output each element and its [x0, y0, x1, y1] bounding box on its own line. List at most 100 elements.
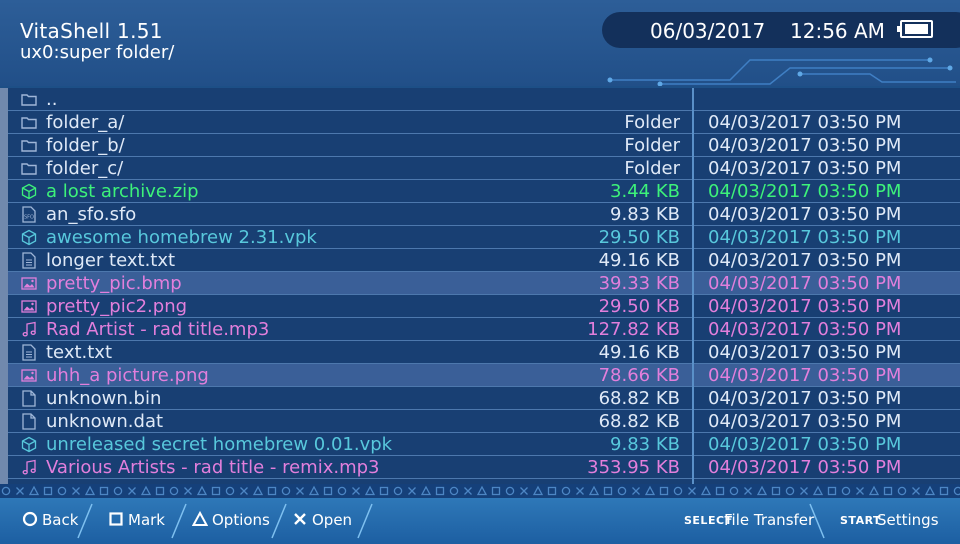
file-row[interactable]: folder_b/Folder 04/03/2017 03:50 PM: [8, 134, 960, 157]
pattern-shape: [281, 486, 291, 496]
file-row[interactable]: longer text.txt 49.16 KB 04/03/2017 03:50 …: [8, 249, 960, 272]
pattern-shape: [520, 487, 528, 495]
file-row[interactable]: unreleased secret homebrew 0.01.vpk 9.83 …: [8, 433, 960, 456]
file-row[interactable]: folder_c/Folder 04/03/2017 03:50 PM: [8, 157, 960, 180]
file-name: folder_b/: [46, 135, 125, 156]
file-name: Various Artists - rad title - remix.mp3: [46, 457, 380, 478]
file-date: 04/03/2017 03:50 PM: [708, 135, 902, 156]
file-date: 04/03/2017 03:50 PM: [708, 158, 902, 179]
file-name: ..: [46, 89, 58, 110]
cross-button-icon: [294, 513, 306, 525]
pattern-shape: [128, 487, 136, 495]
file-size: 39.33 KB: [598, 273, 680, 294]
file-date: 04/03/2017 03:50 PM: [708, 457, 902, 478]
file-date: 04/03/2017 03:50 PM: [708, 250, 902, 271]
file-row[interactable]: a lost archive.zip 3.44 KB 04/03/2017 03:5…: [8, 180, 960, 203]
pattern-shape: [688, 487, 696, 495]
pattern-shape: [812, 485, 824, 496]
clock-date: 06/03/2017: [650, 19, 766, 43]
header-bar: VitaShell 1.51 ux0:super folder/ 06/03/2…: [0, 0, 960, 86]
file-size: 9.83 KB: [610, 434, 680, 455]
options-button[interactable]: Options: [190, 504, 280, 536]
file-name: unknown.dat: [46, 411, 164, 432]
file-row[interactable]: pretty_pic2.png 29.50 KB 04/03/2017 03:50 …: [8, 295, 960, 318]
back-button[interactable]: Back: [20, 504, 90, 536]
scrollbar-thumb[interactable]: [0, 88, 8, 484]
settings-button[interactable]: START Settings: [840, 504, 944, 536]
pattern-shape: [184, 487, 192, 495]
file-row[interactable]: Rad Artist - rad title.mp3 127.82 KB 04/03…: [8, 318, 960, 341]
file-row[interactable]: unknown.bin 68.82 KB 04/03/2017 03:50 PM: [8, 387, 960, 410]
file-date: 04/03/2017 03:50 PM: [708, 365, 902, 386]
file-transfer-button[interactable]: SELECT File Transfer: [684, 504, 814, 536]
file-size: 29.50 KB: [598, 296, 680, 317]
pattern-shape: [800, 487, 808, 495]
pattern-shape: [364, 485, 376, 496]
pattern-shape: [868, 485, 880, 496]
pattern-shape: [99, 486, 109, 496]
pattern-shape: [28, 485, 40, 496]
pattern-shape: [420, 485, 432, 496]
open-button[interactable]: Open: [292, 504, 362, 536]
pattern-shape: [323, 486, 333, 496]
pattern-shape: [491, 486, 501, 496]
pattern-shape: [196, 485, 208, 496]
svg-text:SFO: SFO: [24, 215, 34, 221]
pattern-shape: [267, 486, 277, 496]
pattern-shape: [211, 486, 221, 496]
battery-icon: [897, 20, 933, 38]
pattern-shape: [140, 485, 152, 496]
file-row[interactable]: folder_a/Folder 04/03/2017 03:50 PM: [8, 111, 960, 134]
mark-button[interactable]: Mark: [106, 504, 176, 536]
file-name: longer text.txt: [46, 250, 176, 271]
file-row[interactable]: unknown.dat 68.82 KB 04/03/2017 03:50 PM: [8, 410, 960, 433]
app-title: VitaShell 1.51: [20, 19, 163, 43]
file-name: text.txt: [46, 342, 113, 363]
package-icon: [20, 229, 38, 246]
file-size: 68.82 KB: [598, 411, 680, 432]
file-row[interactable]: text.txt 49.16 KB 04/03/2017 03:50 PM: [8, 341, 960, 364]
pattern-shape: [673, 486, 683, 496]
pattern-shape: [883, 486, 893, 496]
pattern-shape: [252, 485, 264, 496]
pattern-shape: [308, 485, 320, 496]
file-size: 127.82 KB: [587, 319, 680, 340]
column-divider: [692, 88, 694, 484]
folder-icon: [20, 160, 38, 177]
file-row[interactable]: pretty_pic.bmp 39.33 KB 04/03/2017 03:50 P…: [8, 272, 960, 295]
file-size: 78.66 KB: [598, 365, 680, 386]
file-row[interactable]: SFO an_sfo.sfo 9.83 KB 04/03/2017 03:50 PM: [8, 203, 960, 226]
file-row[interactable]: Various Artists - rad title - remix.mp3 3…: [8, 456, 960, 479]
scrollbar[interactable]: [0, 88, 8, 484]
pattern-shape: [169, 486, 179, 496]
pattern-shape: [225, 486, 235, 496]
file-size: 49.16 KB: [598, 342, 680, 363]
file-name: pretty_pic2.png: [46, 296, 188, 317]
pattern-shape: [352, 487, 360, 495]
pattern-shape: [644, 485, 656, 496]
pattern-shape: [113, 486, 123, 496]
pattern-shape: [841, 486, 851, 496]
file-row[interactable]: awesome homebrew 2.31.vpk 29.50 KB 04/03/2…: [8, 226, 960, 249]
file-date: 04/03/2017 03:50 PM: [708, 388, 902, 409]
file-icon: [20, 413, 38, 430]
pattern-shape: [155, 486, 165, 496]
file-name: folder_a/: [46, 112, 125, 133]
open-label: Open: [312, 511, 353, 529]
options-label: Options: [212, 511, 270, 529]
pattern-shape: [393, 486, 403, 496]
pattern-shape: [771, 486, 781, 496]
pattern-shape: [72, 487, 80, 495]
file-name: a lost archive.zip: [46, 181, 199, 202]
pattern-shape: [617, 486, 627, 496]
file-date: 04/03/2017 03:50 PM: [708, 273, 902, 294]
music-icon: [20, 321, 38, 338]
pattern-shape: [1, 486, 11, 496]
file-date: 04/03/2017 03:50 PM: [708, 227, 902, 248]
archive-icon: [20, 183, 38, 200]
file-row[interactable]: uhh_a picture.png 78.66 KB 04/03/2017 03:5…: [8, 364, 960, 387]
file-name: uhh_a picture.png: [46, 365, 209, 386]
pattern-shape: [659, 486, 669, 496]
pattern-shape: [924, 485, 936, 496]
file-row[interactable]: ..: [8, 88, 960, 111]
